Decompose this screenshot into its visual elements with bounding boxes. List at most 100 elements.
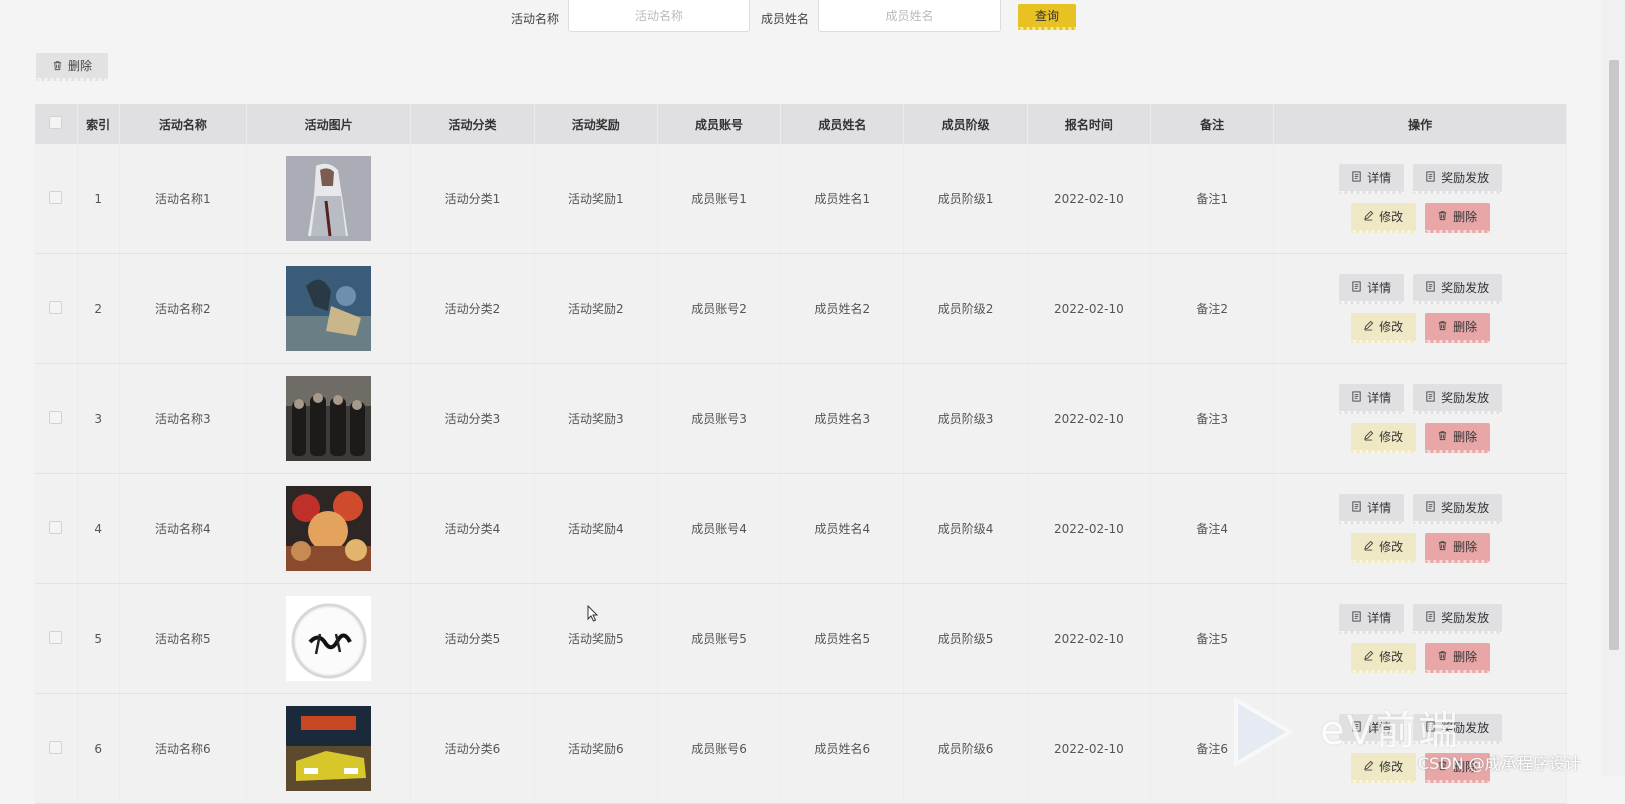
- row-checkbox[interactable]: [49, 410, 63, 424]
- reward-issue-button[interactable]: 奖励发放: [1412, 384, 1502, 414]
- row-select-cell: [35, 473, 78, 584]
- account-cell: 成员账号2: [657, 253, 782, 364]
- delete-button[interactable]: 删除: [1424, 313, 1490, 343]
- bulk-delete-button[interactable]: 删除: [36, 53, 108, 81]
- detail-label: 详情: [1367, 171, 1392, 185]
- edit-button[interactable]: 修改: [1350, 423, 1416, 453]
- delete-label: 删除: [1453, 320, 1478, 334]
- member-name-input[interactable]: [818, 0, 1001, 32]
- column-header: 索引: [77, 104, 120, 144]
- activity-name-cell: 活动名称4: [119, 473, 247, 584]
- column-header: 活动图片: [246, 104, 412, 144]
- row-select-cell: [35, 583, 78, 694]
- index-cell: 3: [77, 363, 120, 474]
- category-cell: 活动分类2: [410, 253, 535, 364]
- row-select-cell: [35, 253, 78, 364]
- remark-cell: 备注2: [1150, 253, 1275, 364]
- actions-cell: 详情 奖励发放修改 删除: [1273, 473, 1567, 584]
- member-name-cell: 成员姓名3: [780, 363, 905, 474]
- detail-button[interactable]: 详情: [1338, 494, 1404, 524]
- activity-image-cell: [246, 363, 412, 474]
- index-cell: 6: [77, 693, 120, 804]
- signup-time-cell: 2022-02-10: [1027, 144, 1152, 254]
- query-button[interactable]: 查询: [1018, 4, 1076, 30]
- detail-button[interactable]: 详情: [1338, 274, 1404, 304]
- table-row: 1 活动名称1 活动分类1 活动奖励1 成员账号1 成员姓名1 成员阶级1 2022-02-1…: [35, 144, 1567, 254]
- pencil-icon: [1363, 760, 1374, 774]
- remark-cell: 备注3: [1150, 363, 1275, 474]
- table-row: 3 活动名称3 活动分类3 活动奖励3 成员账号3 成员姓名3 成员阶级3 2022-02-1…: [35, 363, 1567, 474]
- member-name-cell: 成员姓名2: [780, 253, 905, 364]
- reward-issue-button[interactable]: 奖励发放: [1412, 274, 1502, 304]
- document-icon: [1351, 280, 1362, 295]
- activity-image[interactable]: [286, 266, 372, 351]
- index-cell: 5: [77, 583, 120, 694]
- row-checkbox[interactable]: [49, 300, 63, 314]
- activity-image[interactable]: [286, 706, 372, 791]
- reward-issue-button[interactable]: 奖励发放: [1412, 494, 1502, 524]
- select-all-header: [35, 104, 78, 144]
- column-header: 成员阶级: [903, 104, 1028, 144]
- account-cell: 成员账号4: [657, 473, 782, 584]
- edit-label: 修改: [1379, 760, 1404, 774]
- edit-button[interactable]: 修改: [1350, 643, 1416, 673]
- edit-label: 修改: [1379, 430, 1404, 444]
- document-icon: [1425, 170, 1436, 185]
- delete-button[interactable]: 删除: [1424, 533, 1490, 563]
- detail-button[interactable]: 详情: [1338, 164, 1404, 194]
- activity-image-cell: [246, 693, 412, 804]
- table-row: 4 活动名称4 活动分类4 活动奖励4 成员账号4 成员姓名4 成员阶级4 2022-02-1…: [35, 473, 1567, 584]
- activity-image[interactable]: [286, 596, 372, 681]
- trash-icon: [53, 61, 62, 71]
- detail-button[interactable]: 详情: [1338, 604, 1404, 634]
- row-checkbox[interactable]: [49, 630, 63, 644]
- actions-cell: 详情 奖励发放修改 删除: [1273, 363, 1567, 474]
- detail-label: 详情: [1367, 501, 1392, 515]
- activity-image[interactable]: [286, 376, 372, 461]
- edit-label: 修改: [1379, 650, 1404, 664]
- level-cell: 成员阶级1: [903, 144, 1028, 254]
- account-cell: 成员账号3: [657, 363, 782, 474]
- delete-button[interactable]: 删除: [1424, 203, 1490, 233]
- edit-button[interactable]: 修改: [1350, 533, 1416, 563]
- row-select-cell: [35, 363, 78, 474]
- activity-name-input[interactable]: [568, 0, 750, 32]
- reward-issue-label: 奖励发放: [1441, 611, 1490, 625]
- row-checkbox[interactable]: [49, 740, 63, 754]
- activity-image[interactable]: [286, 486, 372, 571]
- document-icon: [1351, 500, 1362, 515]
- scrollbar-thumb[interactable]: [1609, 60, 1619, 650]
- detail-button[interactable]: 详情: [1338, 384, 1404, 414]
- column-header: 活动名称: [119, 104, 247, 144]
- delete-button[interactable]: 删除: [1424, 423, 1490, 453]
- activity-image-cell: [246, 473, 412, 584]
- edit-button[interactable]: 修改: [1350, 203, 1416, 233]
- reward-issue-button[interactable]: 奖励发放: [1412, 604, 1502, 634]
- trash-icon: [1437, 210, 1448, 224]
- actions-cell: 详情 奖励发放修改 删除: [1273, 253, 1567, 364]
- reward-issue-button[interactable]: 奖励发放: [1412, 164, 1502, 194]
- signup-time-cell: 2022-02-10: [1027, 253, 1152, 364]
- reward-cell: 活动奖励4: [534, 473, 658, 584]
- index-cell: 2: [77, 253, 120, 364]
- table-header-row: 索引 活动名称 活动图片 活动分类 活动奖励 成员账号 成员姓名 成员阶级 报名…: [35, 104, 1567, 144]
- edit-label: 修改: [1379, 320, 1404, 334]
- select-all-checkbox[interactable]: [49, 116, 63, 129]
- reward-cell: 活动奖励1: [534, 144, 658, 254]
- row-checkbox[interactable]: [49, 520, 63, 534]
- member-name-cell: 成员姓名6: [780, 693, 905, 804]
- vertical-scrollbar[interactable]: [1601, 0, 1625, 776]
- delete-button[interactable]: 删除: [1424, 643, 1490, 673]
- level-cell: 成员阶级3: [903, 363, 1028, 474]
- category-cell: 活动分类3: [410, 363, 535, 474]
- row-checkbox[interactable]: [49, 190, 63, 204]
- document-icon: [1351, 170, 1362, 185]
- category-cell: 活动分类4: [410, 473, 535, 584]
- activity-image[interactable]: [286, 156, 372, 241]
- detail-label: 详情: [1367, 281, 1392, 295]
- pencil-icon: [1363, 430, 1374, 444]
- edit-button[interactable]: 修改: [1350, 753, 1416, 783]
- document-icon: [1425, 500, 1436, 515]
- edit-button[interactable]: 修改: [1350, 313, 1416, 343]
- activity-name-cell: 活动名称3: [119, 363, 247, 474]
